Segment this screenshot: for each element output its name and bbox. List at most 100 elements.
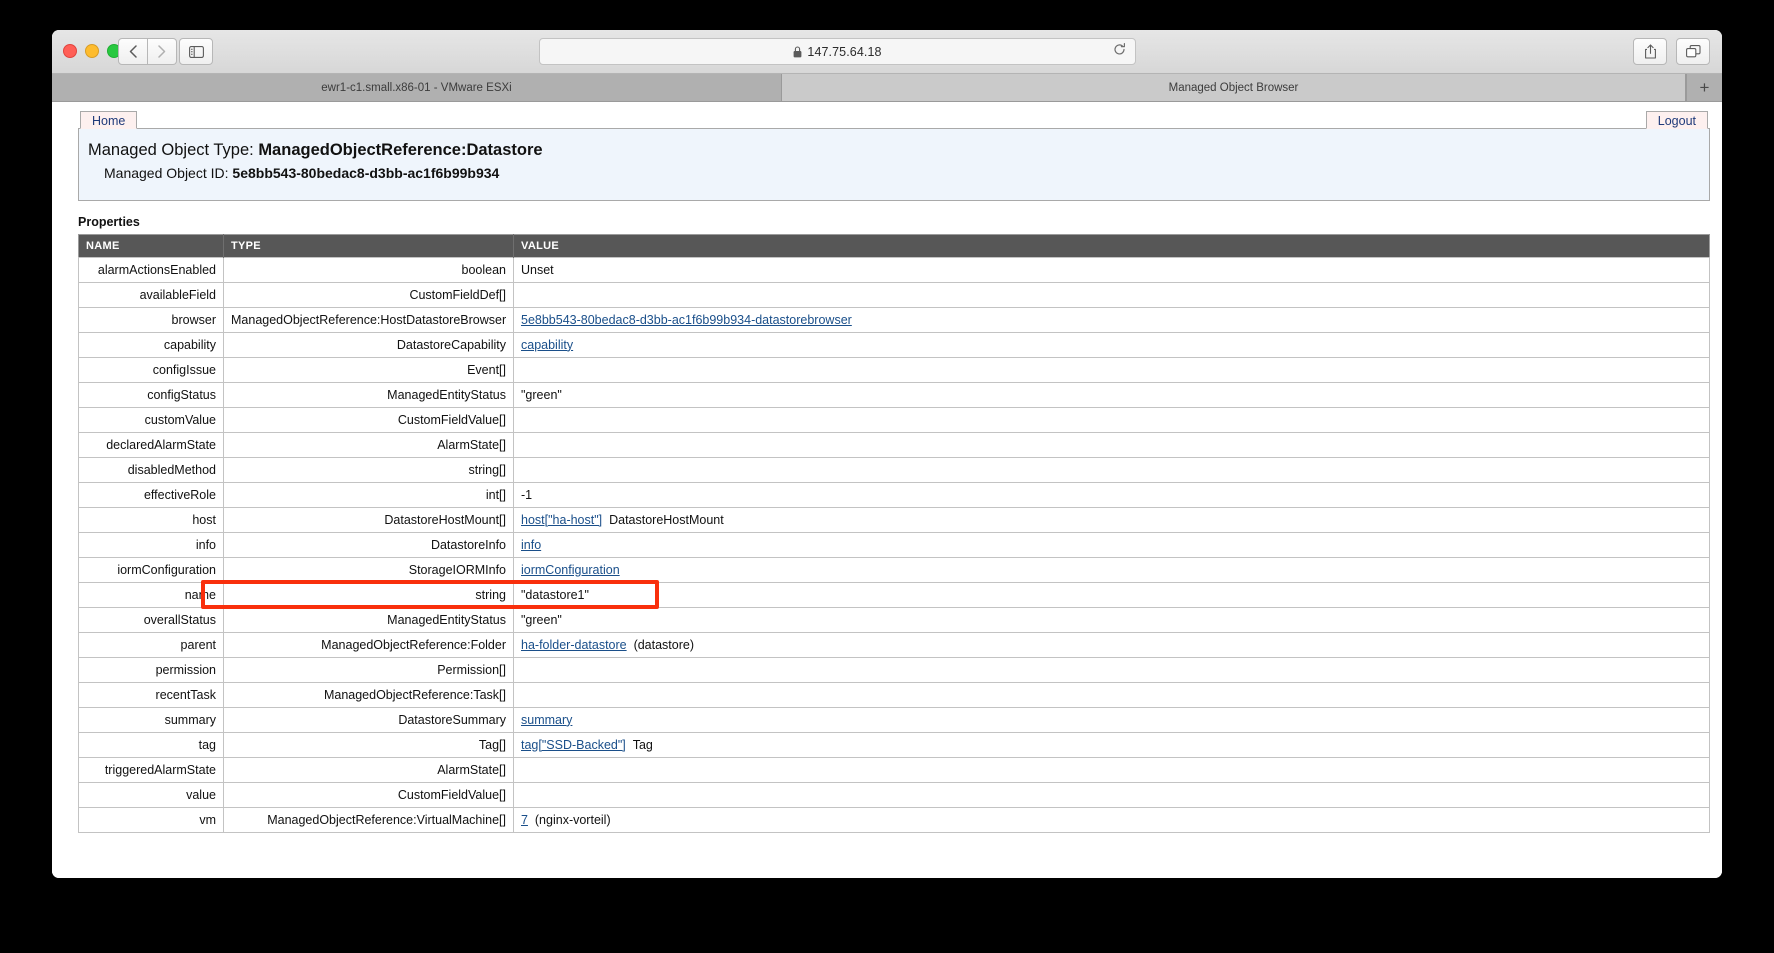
cell-property-value: info <box>513 531 1710 558</box>
cell-property-name: overallStatus <box>78 606 224 633</box>
cell-property-type: DatastoreInfo <box>223 531 514 558</box>
value-text: "datastore1" <box>521 587 589 602</box>
minimize-window-button[interactable] <box>85 44 99 58</box>
chevron-left-icon <box>129 45 137 58</box>
table-row: iormConfiguration StorageIORMInfo iormConf… <box>78 556 1710 583</box>
browser-tab-esxi[interactable]: ewr1-c1.small.x86-01 - VMware ESXi <box>52 74 782 101</box>
cell-property-type: int[] <box>223 481 514 508</box>
address-bar-content: 147.75.64.18 <box>793 45 881 59</box>
cell-property-type: AlarmState[] <box>223 431 514 458</box>
url-text: 147.75.64.18 <box>807 44 882 59</box>
cell-property-value: 5e8bb543-80bedac8-d3bb-ac1f6b99b934-data… <box>513 306 1710 333</box>
properties-header-row: NAME TYPE VALUE <box>78 234 1710 258</box>
cell-property-value <box>513 681 1710 708</box>
managed-object-type-label: Managed Object Type: <box>88 141 254 159</box>
cell-property-value: -1 <box>513 481 1710 508</box>
cell-property-name: tag <box>78 731 224 758</box>
table-row: effectiveRole int[] -1 <box>78 481 1710 508</box>
value-link[interactable]: 7 <box>521 813 528 827</box>
table-row: alarmActionsEnabled boolean Unset <box>78 256 1710 283</box>
new-tab-button[interactable]: + <box>1686 74 1722 101</box>
forward-button[interactable] <box>148 38 177 65</box>
table-row: value CustomFieldValue[] <box>78 781 1710 808</box>
value-link[interactable]: summary <box>521 713 572 727</box>
table-row: recentTask ManagedObjectReference:Task[] <box>78 681 1710 708</box>
cell-property-value: host["ha-host"] DatastoreHostMount <box>513 506 1710 533</box>
table-row: capability DatastoreCapability capability <box>78 331 1710 358</box>
properties-table-head: NAME TYPE VALUE <box>78 234 1710 258</box>
value-link[interactable]: host["ha-host"] <box>521 513 602 527</box>
table-row: host DatastoreHostMount[] host["ha-host"] … <box>78 506 1710 533</box>
cell-property-name: capability <box>78 331 224 358</box>
navigation-buttons <box>118 38 177 65</box>
cell-property-value <box>513 406 1710 433</box>
cell-property-type: Event[] <box>223 356 514 383</box>
cell-property-name: info <box>78 531 224 558</box>
close-window-button[interactable] <box>63 44 77 58</box>
cell-property-name: iormConfiguration <box>78 556 224 583</box>
cell-property-name: host <box>78 506 224 533</box>
reload-button[interactable] <box>1113 43 1126 59</box>
cell-property-value <box>513 781 1710 808</box>
tabs-overview-button[interactable] <box>1676 38 1710 65</box>
managed-object-type-value: ManagedObjectReference:Datastore <box>258 141 543 159</box>
cell-property-value <box>513 431 1710 458</box>
address-bar[interactable]: 147.75.64.18 <box>539 38 1136 65</box>
value-link[interactable]: info <box>521 538 541 552</box>
cell-property-name: name <box>78 581 224 608</box>
value-link[interactable]: ha-folder-datastore <box>521 638 627 652</box>
value-link[interactable]: capability <box>521 338 573 352</box>
value-text: Unset <box>521 262 554 277</box>
sidebar-toggle-icon <box>188 45 204 58</box>
home-tab[interactable]: Home <box>80 111 138 129</box>
cell-property-type: CustomFieldValue[] <box>223 406 514 433</box>
logout-tab[interactable]: Logout <box>1645 111 1708 129</box>
cell-property-name: summary <box>78 706 224 733</box>
cell-property-type: ManagedObjectReference:Folder <box>223 631 514 658</box>
value-link[interactable]: 5e8bb543-80bedac8-d3bb-ac1f6b99b934-data… <box>521 313 852 327</box>
managed-object-id-value: 5e8bb543-80bedac8-d3bb-ac1f6b99b934 <box>232 164 500 181</box>
value-text: "green" <box>521 387 562 402</box>
cell-property-type: ManagedEntityStatus <box>223 381 514 408</box>
value-text: -1 <box>521 487 533 502</box>
cell-property-type: string <box>223 581 514 608</box>
cell-property-type: DatastoreHostMount[] <box>223 506 514 533</box>
cell-property-type: DatastoreCapability <box>223 331 514 358</box>
cell-property-value: 7 (nginx-vorteil) <box>513 806 1710 833</box>
table-row: vm ManagedObjectReference:VirtualMachine[… <box>78 806 1710 833</box>
chevron-right-icon <box>158 45 166 58</box>
cell-property-type: AlarmState[] <box>223 756 514 783</box>
cell-property-type: DatastoreSummary <box>223 706 514 733</box>
cell-property-value <box>513 656 1710 683</box>
cell-property-name: availableField <box>78 281 224 308</box>
browser-tab-mob[interactable]: Managed Object Browser <box>782 74 1686 101</box>
value-link[interactable]: iormConfiguration <box>521 563 620 577</box>
cell-property-name: triggeredAlarmState <box>78 756 224 783</box>
cell-property-value: capability <box>513 331 1710 358</box>
cell-property-value: summary <box>513 706 1710 733</box>
value-link[interactable]: tag["SSD-Backed"] <box>521 738 626 752</box>
cell-property-value: ha-folder-datastore (datastore) <box>513 631 1710 658</box>
table-row: disabledMethod string[] <box>78 456 1710 483</box>
table-row: triggeredAlarmState AlarmState[] <box>78 756 1710 783</box>
table-row: permission Permission[] <box>78 656 1710 683</box>
sidebar-toggle-button[interactable] <box>179 38 213 65</box>
cell-property-name: recentTask <box>78 681 224 708</box>
share-button[interactable] <box>1633 38 1667 65</box>
page-content: Home Logout Managed Object Type: Managed… <box>52 102 1722 878</box>
lock-icon <box>794 45 802 57</box>
back-button[interactable] <box>118 38 148 65</box>
cell-property-type: Permission[] <box>223 656 514 683</box>
properties-table: NAME TYPE VALUE alarmActionsEnabled boole… <box>78 233 1710 833</box>
table-row: summary DatastoreSummary summary <box>78 706 1710 733</box>
browser-toolbar: 147.75.64.18 <box>52 30 1722 74</box>
toolbar-right-buttons <box>1633 38 1710 65</box>
cell-property-name: customValue <box>78 406 224 433</box>
value-text: DatastoreHostMount <box>602 512 724 527</box>
cell-property-name: vm <box>78 806 224 833</box>
value-text: (nginx-vorteil) <box>527 812 611 827</box>
cell-property-name: configIssue <box>78 356 224 383</box>
table-row: tag Tag[] tag["SSD-Backed"] Tag <box>78 731 1710 758</box>
cell-property-value <box>513 356 1710 383</box>
table-row: name string "datastore1" <box>78 581 1710 608</box>
